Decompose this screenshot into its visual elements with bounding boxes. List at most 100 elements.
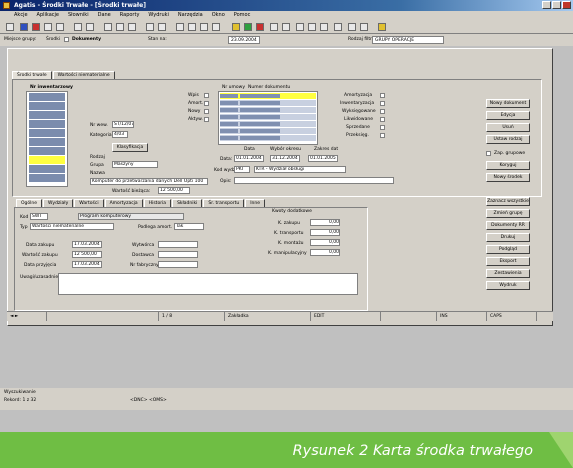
tab-transport[interactable]: Śr. transportu xyxy=(203,199,245,207)
edit-button[interactable]: Edycja xyxy=(486,111,530,120)
table-row[interactable] xyxy=(220,128,316,134)
accept-icon[interactable] xyxy=(244,23,252,31)
option-amortyzacja[interactable] xyxy=(380,93,385,98)
cut-icon[interactable] xyxy=(44,23,52,31)
close-button[interactable] xyxy=(562,1,571,9)
cost-assembly-field[interactable]: 0,00 xyxy=(310,239,340,246)
filter-type-combo[interactable]: GRUPY OPERACJE xyxy=(372,36,444,44)
classification-button[interactable]: Klasyfikacja xyxy=(112,143,148,152)
grid-icon[interactable] xyxy=(74,23,82,31)
minimize-button[interactable] xyxy=(542,1,551,9)
menu-pomoc[interactable]: Pomoc xyxy=(234,11,251,20)
delete-icon[interactable] xyxy=(32,23,40,31)
description-field[interactable] xyxy=(234,177,394,184)
option-likwidowane[interactable] xyxy=(380,117,385,122)
forward-icon[interactable] xyxy=(158,23,166,31)
tab-historia[interactable]: Historia xyxy=(143,199,172,207)
change-group-button[interactable]: Zmień grupę xyxy=(486,209,530,218)
zero-button[interactable]: Zaznacz wszystkie xyxy=(486,197,530,206)
tab-amortyzacja[interactable]: Amortyzacja xyxy=(104,199,143,207)
date-to-field[interactable]: 31.12.2004 xyxy=(270,155,300,162)
acceptance-date-field[interactable]: 17.03.2004 xyxy=(72,261,102,268)
amort-subject-combo[interactable]: Tak xyxy=(174,223,204,230)
chart-icon[interactable] xyxy=(320,23,328,31)
table-row[interactable] xyxy=(220,107,316,113)
list-item[interactable] xyxy=(29,165,65,173)
next-record-icon[interactable] xyxy=(200,23,208,31)
export-button[interactable]: Eksport xyxy=(486,257,530,266)
exit-icon[interactable] xyxy=(378,23,386,31)
serial-field[interactable] xyxy=(158,261,198,268)
cost-transport-field[interactable]: 0,00 xyxy=(310,229,340,236)
refresh-icon[interactable] xyxy=(104,23,112,31)
copy-icon[interactable] xyxy=(56,23,64,31)
name-field[interactable]: Komputer do przetwarzania danych Dell Op… xyxy=(90,178,208,185)
tab-wartosci-lower[interactable]: Wartości xyxy=(74,199,104,207)
list-item[interactable] xyxy=(29,129,65,137)
option-sprzedane[interactable] xyxy=(380,125,385,130)
calendar-icon[interactable] xyxy=(308,23,316,31)
back-icon[interactable] xyxy=(146,23,154,31)
list-item[interactable] xyxy=(29,174,65,182)
save-icon[interactable] xyxy=(20,23,28,31)
sort-icon[interactable] xyxy=(128,23,136,31)
list-item-selected[interactable] xyxy=(29,156,65,164)
arrow-right-icon[interactable] xyxy=(360,23,368,31)
print-icon[interactable] xyxy=(270,23,278,31)
nr-field[interactable]: ŚT/12/07 xyxy=(112,121,134,128)
group-field[interactable]: Maszyny xyxy=(112,161,158,168)
category-field[interactable]: 4/03 xyxy=(112,131,128,138)
filter-icon[interactable] xyxy=(116,23,124,31)
menu-slowniki[interactable]: Słowniki xyxy=(68,11,89,20)
list-item[interactable] xyxy=(29,147,65,155)
table-row[interactable] xyxy=(220,100,316,106)
check-nowy[interactable] xyxy=(204,109,209,114)
menu-narzedzia[interactable]: Narzędzia xyxy=(178,11,203,20)
check-wpis[interactable] xyxy=(204,93,209,98)
table-row[interactable] xyxy=(220,121,316,127)
table-row[interactable] xyxy=(220,114,316,120)
purchase-value-field[interactable]: 12 500,00 xyxy=(72,251,102,258)
help-icon[interactable] xyxy=(334,23,342,31)
statements-button[interactable]: Zestawienia xyxy=(486,269,530,278)
purchase-date-field[interactable]: 17.03.2004 xyxy=(72,241,102,248)
maximize-button[interactable] xyxy=(552,1,561,9)
check-amort[interactable] xyxy=(204,101,209,106)
first-record-icon[interactable] xyxy=(176,23,184,31)
print-button[interactable]: Drukuj xyxy=(486,233,530,242)
nav-arrows[interactable]: ◄ ► xyxy=(7,312,47,321)
new-document-button[interactable]: Nowy dokument xyxy=(486,99,530,108)
tab-srodki[interactable]: Środki trwałe xyxy=(12,71,52,79)
current-value-field[interactable]: 12 500,00 xyxy=(158,187,190,194)
list-item[interactable] xyxy=(29,93,65,101)
tab-wydzialy[interactable]: Wydziały xyxy=(43,199,74,207)
option-przeksieg[interactable] xyxy=(380,133,385,138)
preview-icon[interactable] xyxy=(282,23,290,31)
cost-handling-field[interactable]: 0,00 xyxy=(310,249,340,256)
table-row-selected[interactable] xyxy=(220,93,316,99)
notes-field[interactable] xyxy=(58,273,358,295)
menu-dane[interactable]: Dane xyxy=(98,11,111,20)
tab-ogolne[interactable]: Ogólne xyxy=(16,199,43,207)
check-aktyw[interactable] xyxy=(204,117,209,122)
tab-inne[interactable]: Inne xyxy=(245,199,266,207)
department-code-field[interactable]: PKT xyxy=(234,166,250,173)
option-inwentaryzacja[interactable] xyxy=(380,101,385,106)
set-kind-button[interactable]: Ustaw rodzaj xyxy=(486,135,530,144)
table-row[interactable] xyxy=(220,135,316,141)
rr-documents-button[interactable]: Dokumenty RR xyxy=(486,221,530,230)
option-wyksiegowane[interactable] xyxy=(380,109,385,114)
new-asset-button[interactable]: Nowy środek xyxy=(486,173,530,182)
calculator-icon[interactable] xyxy=(296,23,304,31)
delete-button[interactable]: Usuń xyxy=(486,123,530,132)
tab-skladniki[interactable]: Składniki xyxy=(172,199,203,207)
date-next-field[interactable]: 01.01.2005 xyxy=(308,155,338,162)
manufacturer-field[interactable] xyxy=(158,241,198,248)
new-icon[interactable] xyxy=(6,23,14,31)
list-item[interactable] xyxy=(29,102,65,110)
documents-checkbox[interactable] xyxy=(64,37,69,42)
cancel-icon[interactable] xyxy=(256,23,264,31)
list-item[interactable] xyxy=(29,138,65,146)
supplier-field[interactable] xyxy=(158,251,198,258)
documents-grid[interactable] xyxy=(218,91,318,145)
